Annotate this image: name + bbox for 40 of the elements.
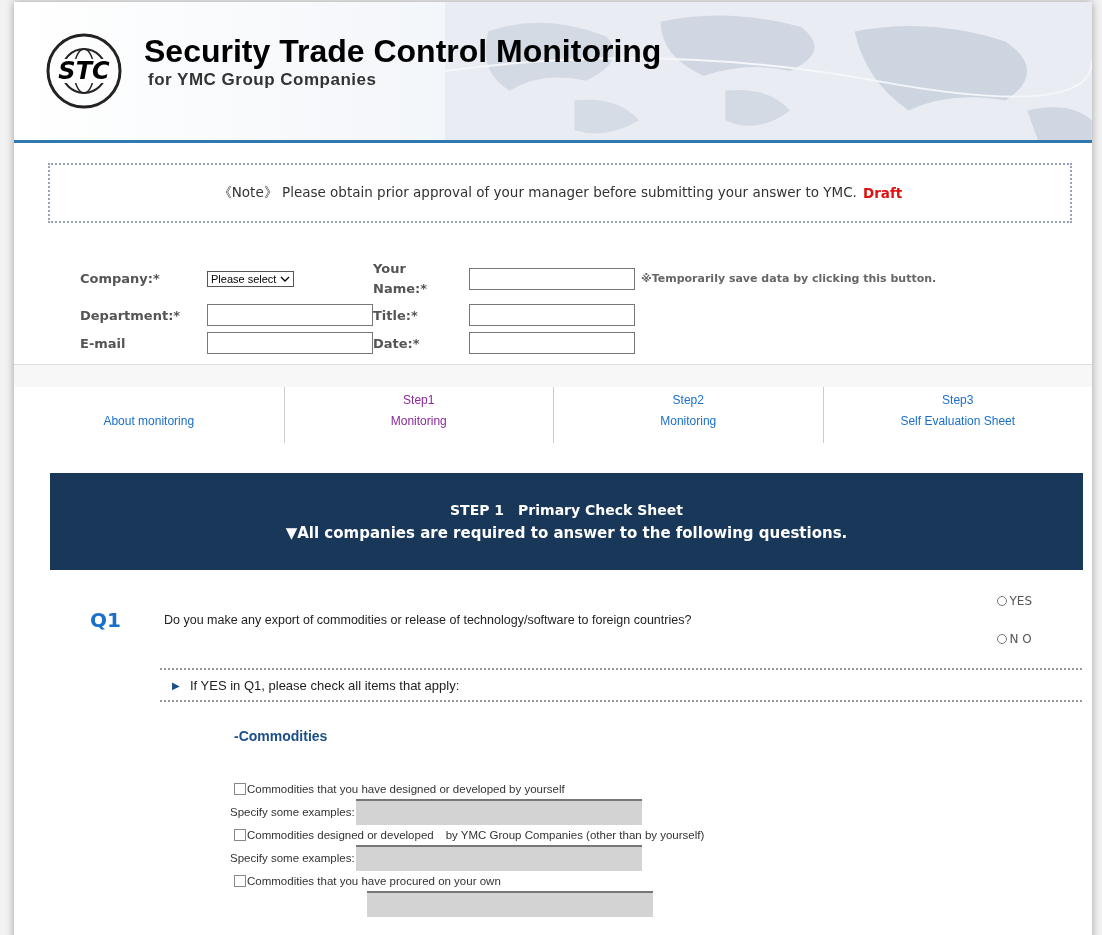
draft-status: Draft: [862, 185, 903, 201]
company-select[interactable]: Please select: [207, 270, 295, 287]
step-tab[interactable]: Step3 Self Evaluation Sheet: [822, 387, 1092, 443]
logo-text: STC: [56, 59, 112, 83]
step-tab[interactable]: Step2 Monitoring: [553, 387, 823, 443]
marker-icon: ▶: [172, 679, 180, 691]
department-field[interactable]: [207, 304, 373, 326]
email-label: E-mail: [80, 335, 127, 351]
banner-title: STEP 1 Primary Check Sheet: [450, 501, 683, 520]
site-title: Security Trade Control Monitoring: [144, 32, 662, 70]
question-number: Q1: [90, 608, 122, 632]
name-field[interactable]: [469, 267, 635, 290]
step-tab[interactable]: About monitoring: [14, 387, 284, 443]
email-field[interactable]: [207, 332, 373, 354]
site-subtitle: for YMC Group Companies: [148, 69, 378, 90]
caret-icon: [280, 275, 291, 282]
checkbox-label: Commodities designed or developed by YMC Group Companies (other than by yourself): [247, 827, 705, 843]
followup-text: If YES in Q1, please check all items that apply:: [190, 677, 460, 693]
checkbox-label: Commodities that you have procured on your own: [247, 875, 501, 887]
checkbox[interactable]: [234, 829, 246, 841]
checkbox[interactable]: [234, 783, 246, 795]
examples-label: Specify some examples:: [230, 806, 355, 818]
save-hint: ※Temporarily save data by clicking this button.: [641, 272, 937, 285]
checkbox-label: Commodities that you have designed or developed by yourself: [247, 783, 565, 795]
title-label: Title:*: [373, 307, 419, 323]
section-heading: -Commodities: [234, 728, 329, 744]
name-label: Your Name:*: [373, 260, 428, 298]
department-label: Department:*: [80, 307, 182, 323]
date-label: Date:*: [373, 335, 421, 351]
checkbox[interactable]: [234, 875, 246, 887]
examples-label: Specify some examples:: [230, 852, 355, 864]
date-field[interactable]: [469, 332, 635, 354]
title-field[interactable]: [469, 304, 635, 326]
question-text: Do you make any export of commodities or release of technology/software to foreign countries?: [164, 613, 693, 627]
banner-subtitle: ▼All companies are required to answer to the following questions.: [285, 523, 848, 542]
option-label: N O: [1009, 632, 1032, 646]
company-label: Company:*: [80, 271, 161, 286]
note-text: 《Note》 Please obtain prior approval of your manager before submitting your answer to YMC.: [217, 184, 857, 202]
step-tab[interactable]: Step1 Monitoring: [283, 387, 553, 443]
option-label: YES: [1009, 594, 1032, 608]
